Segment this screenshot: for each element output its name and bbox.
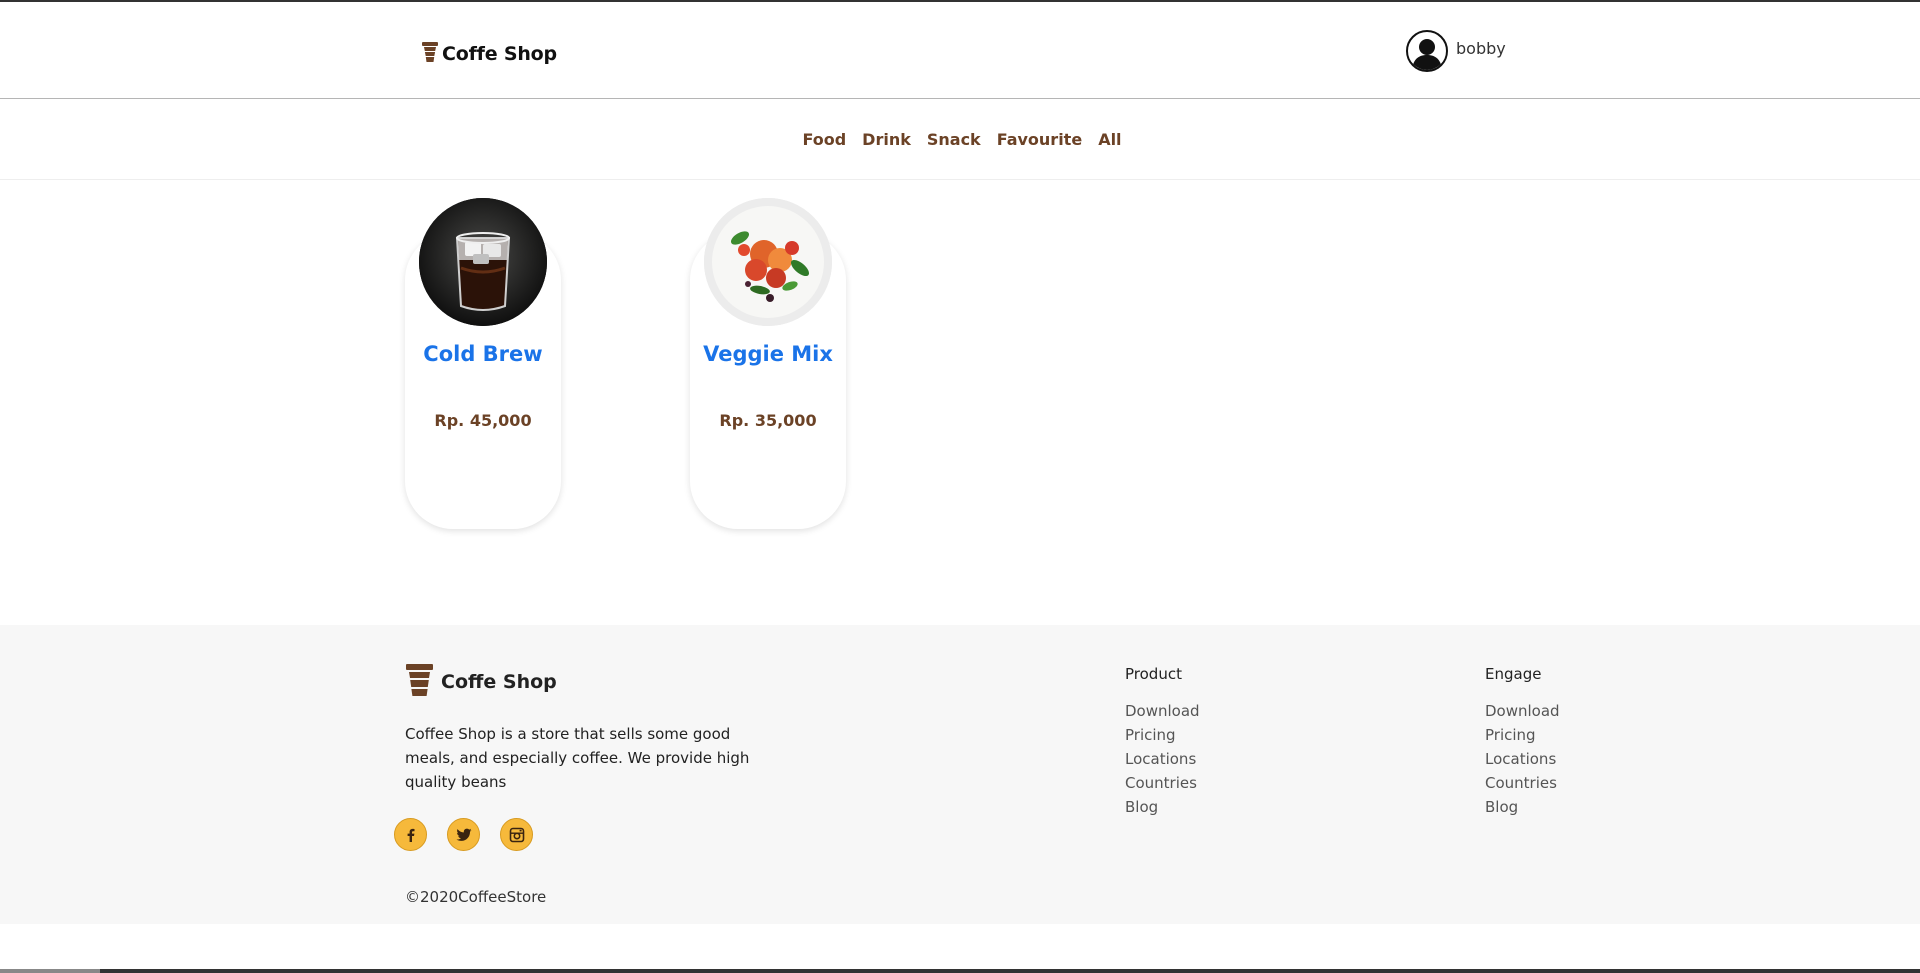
footer-description: Coffee Shop is a store that sells some g…	[405, 725, 750, 791]
footer-link-locations[interactable]: Locations	[1125, 747, 1200, 771]
user-name: bobby	[1456, 38, 1506, 58]
category-favourite[interactable]: Favourite	[997, 130, 1082, 149]
footer-link-pricing[interactable]: Pricing	[1485, 723, 1560, 747]
product-name[interactable]: Cold Brew	[383, 342, 583, 366]
instagram-icon	[509, 827, 524, 842]
category-snack[interactable]: Snack	[927, 130, 981, 149]
category-nav: Food Drink Snack Favourite All	[0, 100, 1920, 180]
user-silhouette-icon	[1412, 39, 1442, 70]
footer-link-download[interactable]: Download	[1485, 699, 1560, 723]
category-food[interactable]: Food	[802, 130, 846, 149]
category-all[interactable]: All	[1098, 130, 1121, 149]
twitter-link[interactable]	[447, 818, 480, 851]
coffee-cup-icon	[421, 41, 439, 67]
footer-column-title: Product	[1125, 665, 1182, 683]
avatar	[1406, 30, 1448, 72]
site-header: Coffe Shop bobby	[0, 2, 1920, 99]
footer-brand-name: Coffe Shop	[441, 671, 557, 693]
instagram-link[interactable]	[500, 818, 533, 851]
footer-engage-column: Engage Download Pricing Locations Countr…	[1485, 665, 1560, 819]
product-price: Rp. 35,000	[719, 411, 817, 430]
facebook-link[interactable]	[394, 818, 427, 851]
product-name[interactable]: Veggie Mix	[668, 342, 868, 366]
social-links	[394, 818, 533, 851]
footer-link-locations[interactable]: Locations	[1485, 747, 1560, 771]
footer-product-column: Product Download Pricing Locations Count…	[1125, 665, 1200, 819]
footer-link-countries[interactable]: Countries	[1125, 771, 1200, 795]
scrollbar-thumb[interactable]	[0, 969, 100, 973]
footer-column-title: Engage	[1485, 665, 1542, 683]
product-price: Rp. 45,000	[434, 411, 532, 430]
product-image-cold-brew	[419, 198, 547, 326]
window-bottom-border	[0, 969, 1920, 973]
brand-name: Coffe Shop	[442, 43, 557, 65]
footer-link-pricing[interactable]: Pricing	[1125, 723, 1200, 747]
footer-link-countries[interactable]: Countries	[1485, 771, 1560, 795]
category-drink[interactable]: Drink	[862, 130, 911, 149]
footer-link-blog[interactable]: Blog	[1125, 795, 1200, 819]
brand-logo-link[interactable]: Coffe Shop	[421, 41, 557, 67]
facebook-icon	[407, 828, 414, 842]
site-footer: Coffe Shop Coffee Shop is a store that s…	[0, 625, 1920, 924]
footer-link-download[interactable]: Download	[1125, 699, 1200, 723]
copyright-text: ©2020CoffeeStore	[405, 888, 547, 906]
user-profile-button[interactable]: bobby	[1406, 30, 1506, 72]
product-image-veggie-mix	[704, 198, 832, 326]
coffee-cup-icon	[405, 663, 434, 701]
footer-brand[interactable]: Coffe Shop	[405, 663, 557, 701]
footer-link-blog[interactable]: Blog	[1485, 795, 1560, 819]
twitter-icon	[456, 828, 471, 841]
